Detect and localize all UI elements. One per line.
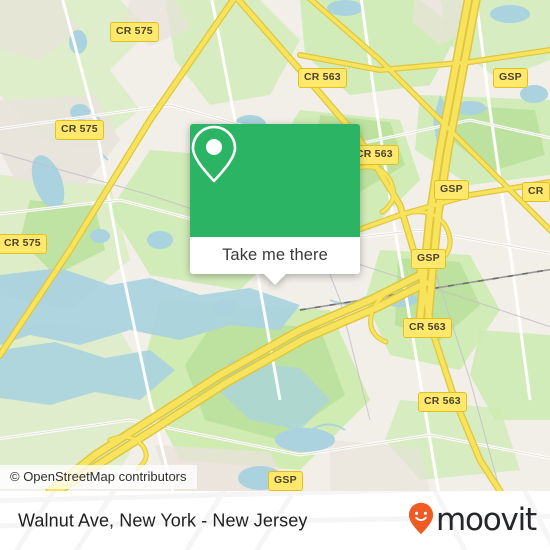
road-shield: CR 575 [55,120,104,140]
card-footer[interactable]: Take me there [190,237,360,274]
road-shield: GSP [434,180,469,200]
road-shield: GSP [493,68,528,88]
card-pointer [264,274,286,285]
map-screenshot: CR 575 CR 563 GSP CR 575 CR 563 GSP CR CR 575 GS… [0,0,550,550]
road-shield: GSP [268,471,303,491]
moovit-smiley-pin-icon [408,502,434,540]
road-shield: CR 563 [418,392,467,412]
place-title: Walnut Ave, New York - New Jersey [18,510,308,530]
road-shield: CR 563 [403,318,452,338]
road-shield: CR 575 [110,22,159,42]
road-shield: CR 563 [298,68,347,88]
moovit-wordmark: moovit [435,502,537,538]
take-me-there-label: Take me there [222,246,328,264]
osm-attribution[interactable]: © OpenStreetMap contributors [0,465,197,489]
road-shield: CR [522,182,550,202]
road-shield: GSP [411,249,446,269]
footer-bar: Walnut Ave, New York - New Jersey moovit [0,491,550,550]
map-canvas[interactable]: CR 575 CR 563 GSP CR 575 CR 563 GSP CR CR 575 GS… [0,0,550,491]
take-me-there-card[interactable]: Take me there [190,124,360,285]
road-shield: CR 575 [0,234,47,254]
card-header [190,124,360,237]
moovit-logo[interactable]: moovit [408,502,537,540]
